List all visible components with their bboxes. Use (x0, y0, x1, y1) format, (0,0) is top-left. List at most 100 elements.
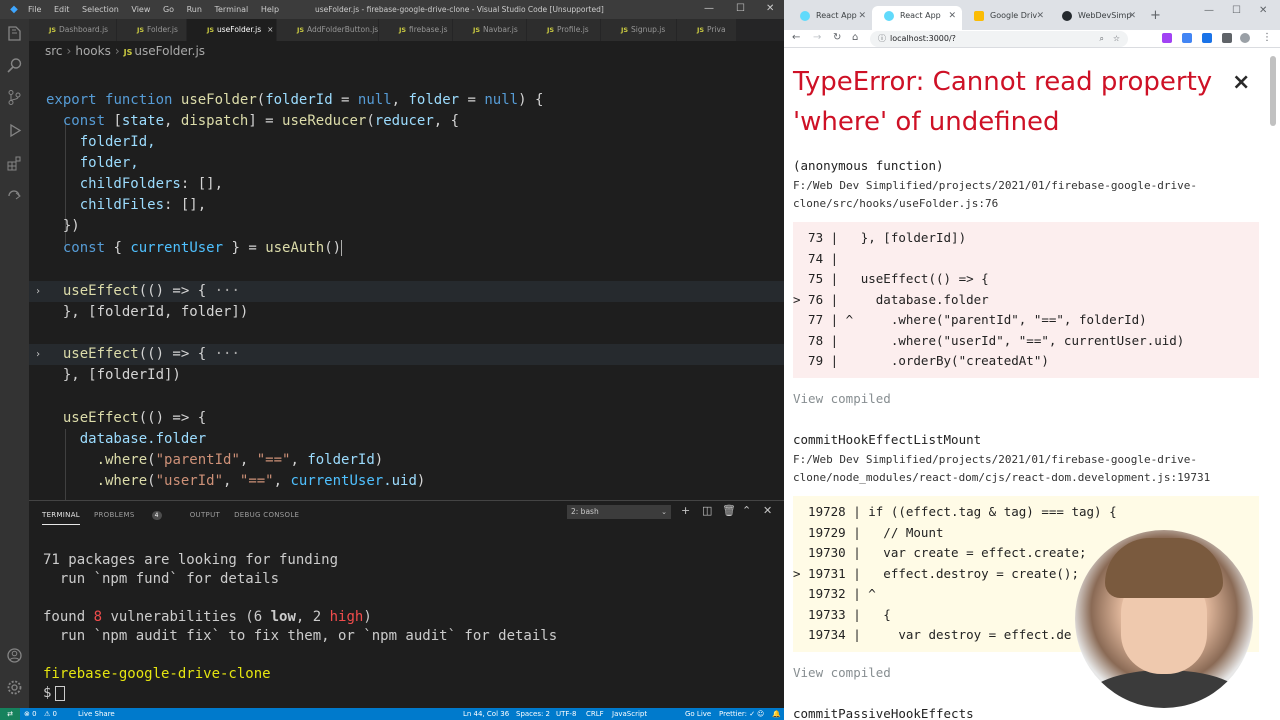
tab-usefolder[interactable]: JS useFolder.js × (187, 19, 277, 41)
kill-terminal-trash-icon[interactable]: 🗑 (722, 504, 736, 517)
terminal-prompt[interactable]: $ (43, 684, 557, 703)
forward-arrow-icon[interactable]: → (813, 32, 821, 43)
tab-private[interactable]: JS Priva (677, 19, 737, 41)
tab-signup[interactable]: JS Signup.js (601, 19, 677, 41)
view-compiled-link[interactable]: View compiled (793, 665, 891, 680)
info-icon[interactable]: ⓘ (878, 34, 886, 43)
status-encoding[interactable]: UTF-8 (556, 708, 576, 720)
status-eol[interactable]: CRLF (586, 708, 604, 720)
stack-frame-path[interactable]: F:/Web Dev Simplified/projects/2021/01/f… (793, 451, 1233, 487)
tab-dashboard[interactable]: JS Dashboard.js (29, 19, 117, 41)
tab-navbar[interactable]: JS Navbar.js (453, 19, 527, 41)
split-terminal-icon[interactable]: ◫ (702, 504, 712, 517)
home-icon[interactable]: ⌂ (852, 32, 858, 43)
fold-chevron-right-icon[interactable]: › (35, 281, 41, 302)
address-bar[interactable]: ⓘ localhost:3000/? ⌕ ☆ (870, 31, 1128, 47)
menu-run[interactable]: Run (187, 5, 202, 14)
code-snippet-line: 75 | useEffect(() => { (793, 271, 989, 286)
maximize-icon[interactable]: ☐ (1232, 5, 1241, 16)
breadcrumb-src[interactable]: src (45, 44, 63, 58)
live-share-icon[interactable] (6, 187, 23, 204)
menu-go[interactable]: Go (163, 5, 174, 14)
tab-terminal[interactable]: TERMINAL (42, 505, 80, 525)
menu-edit[interactable]: Edit (54, 5, 70, 14)
tab-profile[interactable]: JS Profile.js (527, 19, 601, 41)
browser-menu-icon[interactable]: ⋮ (1262, 32, 1272, 43)
profile-avatar[interactable] (1240, 33, 1250, 43)
browser-tab-google-drive[interactable]: Google Driv ✕ (962, 6, 1050, 30)
close-icon[interactable]: × (1232, 70, 1250, 95)
status-live-share[interactable]: Live Share (78, 708, 115, 720)
close-tab-icon[interactable]: × (267, 25, 273, 34)
tab-output[interactable]: OUTPUT (190, 505, 220, 525)
tab-addfolderbutton[interactable]: JS AddFolderButton.js (277, 19, 379, 41)
explorer-icon[interactable] (6, 25, 23, 42)
tab-folder[interactable]: JS Folder.js (117, 19, 187, 41)
menu-file[interactable]: File (28, 5, 41, 14)
remote-indicator-icon[interactable]: ⇄ (0, 708, 20, 720)
close-tab-icon[interactable]: ✕ (1036, 6, 1044, 26)
breadcrumb-hooks[interactable]: hooks (75, 44, 111, 58)
status-cursor-position[interactable]: Ln 44, Col 36 (463, 708, 509, 720)
menu-terminal[interactable]: Terminal (214, 5, 248, 14)
terminal-line: found 8 vulnerabilities (6 low, 2 high) (43, 609, 372, 625)
extension-icon[interactable] (1202, 33, 1212, 43)
view-compiled-link[interactable]: View compiled (793, 391, 891, 406)
maximize-icon[interactable]: ☐ (736, 3, 745, 14)
minimize-icon[interactable]: — (704, 3, 714, 14)
menu-view[interactable]: View (131, 5, 150, 14)
close-tab-icon[interactable]: ✕ (1128, 6, 1136, 26)
minimize-icon[interactable]: — (1204, 5, 1214, 16)
new-terminal-plus-icon[interactable]: + (681, 504, 690, 517)
close-tab-icon[interactable]: ✕ (948, 6, 956, 26)
status-language[interactable]: JavaScript (612, 708, 647, 720)
maximize-panel-chevron-up-icon[interactable]: ⌃ (742, 504, 751, 517)
close-panel-icon[interactable]: ✕ (763, 504, 772, 517)
tab-problems[interactable]: PROBLEMS 4 (94, 505, 176, 525)
scrollbar-thumb[interactable] (1270, 56, 1276, 126)
tab-debug-console[interactable]: DEBUG CONSOLE (234, 505, 299, 525)
status-notifications-bell-icon[interactable]: 🔔 (772, 708, 781, 720)
fold-chevron-right-icon[interactable]: › (35, 344, 41, 365)
code-editor[interactable]: export function useFolder(folderId = nul… (29, 60, 784, 500)
code-snippet-line-highlight: > 76 | database.folder (793, 291, 989, 307)
browser-tab-react-app-1[interactable]: React App ✕ (788, 6, 872, 30)
terminal-output[interactable]: 71 packages are looking for funding run … (43, 551, 557, 703)
terminal-select[interactable]: 2: bash ⌄ (567, 505, 671, 519)
vscode-titlebar: ◆ File Edit Selection View Go Run Termin… (0, 0, 784, 19)
code-line: childFiles: [], (79, 197, 207, 213)
status-indentation[interactable]: Spaces: 2 (516, 708, 550, 720)
search-icon[interactable] (6, 57, 23, 74)
zoom-search-icon[interactable]: ⌕ (1100, 31, 1104, 47)
new-tab-plus-icon[interactable]: + (1150, 8, 1161, 23)
browser-tab-webdevsimplified[interactable]: WebDevSimp ✕ (1050, 6, 1142, 30)
reload-icon[interactable]: ↻ (833, 32, 841, 43)
close-tab-icon[interactable]: ✕ (858, 6, 866, 26)
status-prettier[interactable]: Prettier: ✓ (719, 708, 755, 720)
react-favicon-icon (800, 11, 810, 21)
browser-tab-react-app-2[interactable]: React App ✕ (872, 6, 962, 30)
close-window-icon[interactable]: ✕ (1259, 5, 1267, 16)
folded-code-line[interactable]: › useEffect(() => { ··· (29, 281, 784, 302)
breadcrumb-file[interactable]: useFolder.js (134, 44, 205, 58)
extension-icon[interactable] (1182, 33, 1192, 43)
menu-help[interactable]: Help (261, 5, 279, 14)
tab-firebase[interactable]: JS firebase.js (379, 19, 453, 41)
bookmark-star-icon[interactable]: ☆ (1113, 31, 1120, 47)
extensions-puzzle-icon[interactable] (1222, 33, 1232, 43)
status-feedback-icon[interactable]: ☺ (757, 708, 764, 720)
extension-icon[interactable] (1162, 33, 1172, 43)
account-icon[interactable] (6, 647, 23, 664)
menu-selection[interactable]: Selection (82, 5, 119, 14)
close-window-icon[interactable]: ✕ (766, 3, 774, 14)
status-warnings[interactable]: ⚠ 0 (44, 708, 57, 720)
extensions-icon[interactable] (6, 155, 23, 172)
folded-code-line[interactable]: › useEffect(() => { ··· (29, 344, 784, 365)
status-go-live[interactable]: Go Live (685, 708, 711, 720)
source-control-icon[interactable] (6, 89, 23, 106)
stack-frame-path[interactable]: F:/Web Dev Simplified/projects/2021/01/f… (793, 177, 1233, 213)
settings-gear-icon[interactable] (6, 679, 23, 696)
back-arrow-icon[interactable]: ← (792, 32, 800, 43)
status-errors[interactable]: ⊗ 0 (24, 708, 37, 720)
run-debug-icon[interactable] (6, 122, 23, 139)
